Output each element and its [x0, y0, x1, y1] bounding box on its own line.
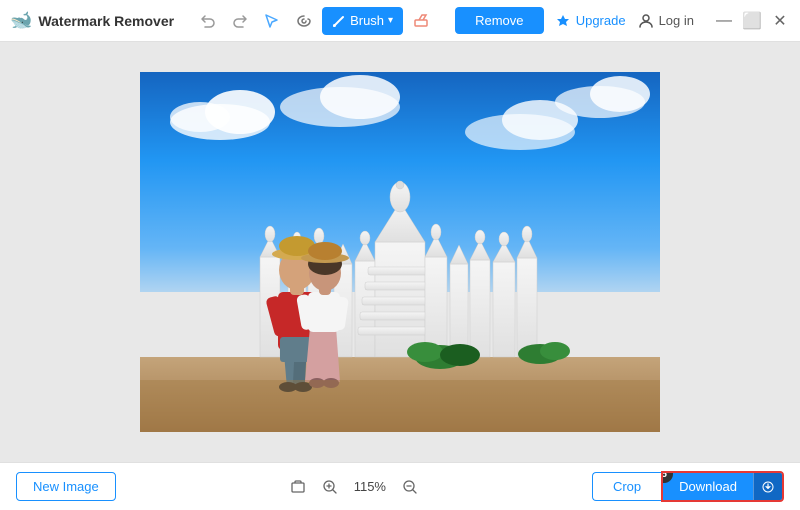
lasso-tool-button[interactable] [290, 7, 318, 35]
app-title: Watermark Remover [38, 13, 174, 29]
titlebar-right: Upgrade Log in — ⬜ ✕ [555, 11, 790, 31]
window-controls: — ⬜ ✕ [714, 11, 790, 31]
toolbar-tools: Brush ▾ [194, 7, 435, 35]
upgrade-button[interactable]: Upgrade [555, 13, 626, 29]
scene-image [140, 72, 660, 432]
brush-tool-button[interactable]: Brush ▾ [322, 7, 403, 35]
zoom-in-button[interactable] [318, 475, 342, 499]
login-label: Log in [659, 13, 694, 28]
zoom-level: 115% [350, 479, 390, 494]
crop-button[interactable]: Crop [592, 472, 661, 501]
download-arrow-button[interactable] [753, 473, 782, 500]
app-logo: 🐋 Watermark Remover [10, 10, 174, 31]
brush-chevron-icon: ▾ [388, 15, 393, 26]
select-tool-button[interactable] [258, 7, 286, 35]
bottom-right: Crop 5 Download [592, 471, 784, 502]
image-container [140, 72, 660, 432]
undo-button[interactable] [194, 7, 222, 35]
upgrade-label: Upgrade [576, 13, 626, 28]
zoom-controls: 115% [286, 475, 422, 499]
remove-button[interactable]: Remove [455, 7, 543, 34]
eraser-tool-button[interactable] [407, 7, 435, 35]
download-button[interactable]: Download [663, 473, 753, 500]
login-button[interactable]: Log in [638, 13, 694, 29]
close-button[interactable]: ✕ [770, 11, 790, 31]
zoom-out-button[interactable] [398, 475, 422, 499]
main-canvas-area [0, 42, 800, 462]
redo-button[interactable] [226, 7, 254, 35]
minimize-button[interactable]: — [714, 11, 734, 31]
brush-label: Brush [350, 13, 384, 28]
titlebar: 🐋 Watermark Remover [0, 0, 800, 42]
download-group: 5 Download [661, 471, 784, 502]
zoom-restore-button[interactable] [286, 475, 310, 499]
new-image-button[interactable]: New Image [16, 472, 116, 501]
maximize-button[interactable]: ⬜ [742, 11, 762, 31]
bottom-toolbar: New Image 115% Crop 5 [0, 462, 800, 510]
logo-icon: 🐋 [10, 10, 32, 31]
bottom-left: New Image [16, 472, 116, 501]
